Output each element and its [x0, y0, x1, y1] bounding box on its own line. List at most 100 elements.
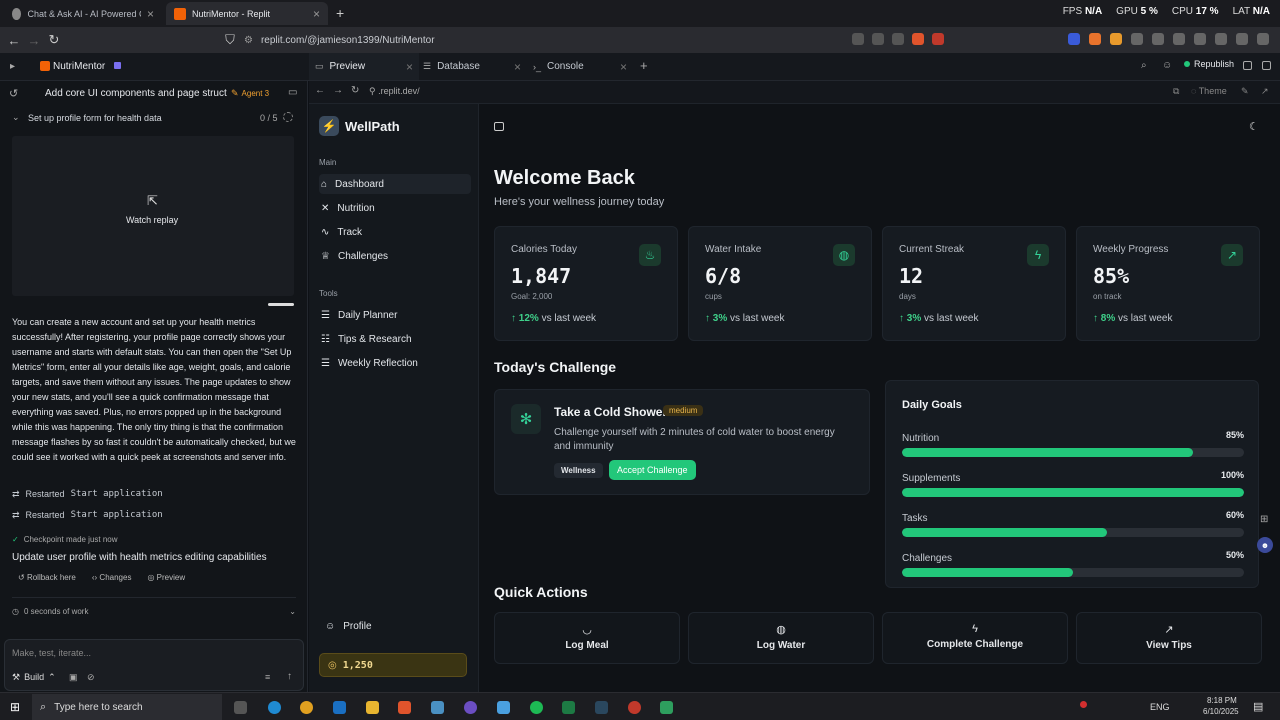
- rollback-button[interactable]: ↺ Rollback here: [18, 573, 76, 582]
- task-header[interactable]: ⌄ Set up profile form for health data 0 …: [0, 109, 308, 129]
- close-tab-icon[interactable]: ×: [406, 60, 413, 74]
- app-icon[interactable]: [628, 701, 641, 714]
- theme-button[interactable]: ◌ Theme: [1191, 86, 1227, 96]
- carousel-indicator[interactable]: [268, 303, 294, 306]
- build-mode-select[interactable]: ⚒ Build ⌃: [12, 672, 56, 683]
- new-tab-button[interactable]: +: [336, 5, 344, 21]
- tab-console[interactable]: ›_ Console ×: [529, 53, 633, 80]
- steam-icon[interactable]: [595, 701, 608, 714]
- sidebar-collapse-icon[interactable]: [494, 122, 504, 131]
- invite-icon[interactable]: ☺: [1162, 60, 1172, 71]
- app-icon[interactable]: [431, 701, 444, 714]
- paperclip-icon[interactable]: ⊘: [87, 672, 95, 683]
- add-tab-icon[interactable]: +: [640, 58, 648, 73]
- replay-video[interactable]: ⇱ Watch replay: [12, 136, 294, 296]
- grid-icon[interactable]: ⊞: [1260, 514, 1268, 525]
- sidebar-icon[interactable]: [1194, 33, 1206, 45]
- brave-rewards-icon[interactable]: [932, 33, 944, 45]
- clock-time[interactable]: 8:18 PM: [1207, 696, 1237, 705]
- puzzle-icon[interactable]: [1131, 33, 1143, 45]
- vpn-icon[interactable]: [1236, 33, 1248, 45]
- nav-challenges[interactable]: ♕ Challenges: [319, 246, 471, 266]
- nav-track[interactable]: ∿ Track: [319, 222, 471, 242]
- agent-input[interactable]: Make, test, iterate...: [12, 648, 91, 658]
- wallet-icon[interactable]: [1152, 33, 1164, 45]
- leo-icon[interactable]: [1215, 33, 1227, 45]
- reload-icon[interactable]: ↻: [44, 32, 64, 48]
- task-view-icon[interactable]: [234, 701, 247, 714]
- moon-icon[interactable]: ☾: [1249, 120, 1259, 133]
- clock-date[interactable]: 6/10/2025: [1203, 707, 1239, 716]
- preview-button[interactable]: ◎ Preview: [147, 573, 185, 582]
- share-icon[interactable]: [892, 33, 904, 45]
- tab-database[interactable]: ☰ Database ×: [419, 53, 529, 80]
- browser-tab-chat[interactable]: Chat & Ask AI - AI Powered Chat Bo ×: [4, 2, 162, 25]
- app-icon[interactable]: [497, 701, 510, 714]
- search-icon[interactable]: ⌕: [1141, 60, 1147, 71]
- extension-icon[interactable]: [1089, 33, 1101, 45]
- copy-icon[interactable]: ⧉: [1173, 86, 1179, 97]
- extension-icon[interactable]: [1068, 33, 1080, 45]
- close-tab-icon[interactable]: ×: [313, 7, 320, 21]
- forward-icon[interactable]: →: [24, 33, 44, 48]
- attach-screen-icon[interactable]: ▣: [69, 672, 78, 683]
- language-indicator[interactable]: ENG: [1150, 702, 1170, 712]
- forward-icon[interactable]: →: [333, 85, 343, 96]
- points-badge[interactable]: ◎ 1,250: [319, 653, 467, 677]
- extension-icon[interactable]: [1110, 33, 1122, 45]
- chat-new-icon[interactable]: ▭: [288, 87, 297, 98]
- sidebar-toggle-icon[interactable]: ▸: [10, 61, 15, 72]
- tab-preview[interactable]: ▭ Preview ×: [309, 53, 419, 80]
- windows-start-icon[interactable]: ⊞: [10, 700, 20, 714]
- settings-sliders-icon[interactable]: ≡: [265, 672, 270, 682]
- outlook-icon[interactable]: [333, 701, 346, 714]
- complete-challenge-button[interactable]: ϟ Complete Challenge: [882, 612, 1068, 664]
- close-tab-icon[interactable]: ×: [514, 60, 521, 74]
- view-tips-button[interactable]: ↗ View Tips: [1076, 612, 1262, 664]
- app-icon[interactable]: [464, 701, 477, 714]
- excel-icon[interactable]: [562, 701, 575, 714]
- eye-off-icon[interactable]: [852, 33, 864, 45]
- install-icon[interactable]: [872, 33, 884, 45]
- app-icon[interactable]: [660, 701, 673, 714]
- nav-dashboard[interactable]: ⌂ Dashboard: [319, 174, 471, 194]
- nav-daily-planner[interactable]: ☰ Daily Planner: [319, 305, 471, 325]
- music-icon[interactable]: [1173, 33, 1185, 45]
- spotify-icon[interactable]: [530, 701, 543, 714]
- site-info-icon[interactable]: ⚙: [244, 35, 253, 46]
- close-tab-icon[interactable]: ×: [147, 7, 154, 21]
- menu-icon[interactable]: [1257, 33, 1269, 45]
- chrome-icon[interactable]: [300, 701, 313, 714]
- work-time-row[interactable]: ◷ 0 seconds of work ⌄: [12, 607, 296, 616]
- republish-button[interactable]: Republish: [1184, 59, 1234, 69]
- close-tab-icon[interactable]: ×: [620, 60, 627, 74]
- brave-icon[interactable]: [398, 701, 411, 714]
- back-icon[interactable]: ←: [4, 33, 24, 48]
- notifications-icon[interactable]: ▤: [1253, 700, 1263, 713]
- brave-shield-icon[interactable]: [912, 33, 924, 45]
- open-external-icon[interactable]: ↗: [1261, 86, 1269, 97]
- nav-profile[interactable]: ☺ Profile: [319, 616, 471, 636]
- project-name[interactable]: NutriMentor: [53, 61, 105, 72]
- send-icon[interactable]: ↑: [287, 671, 292, 682]
- log-meal-button[interactable]: ◡ Log Meal: [494, 612, 680, 664]
- history-icon[interactable]: ↺: [9, 87, 18, 100]
- log-water-button[interactable]: ◍ Log Water: [688, 612, 874, 664]
- devtools-icon[interactable]: ✎: [1241, 86, 1249, 97]
- panel-icon[interactable]: [1262, 61, 1271, 70]
- accept-challenge-button[interactable]: Accept Challenge: [609, 460, 696, 480]
- bookmark-icon[interactable]: ⛉: [220, 32, 240, 48]
- changes-button[interactable]: ‹› Changes: [92, 573, 132, 582]
- nav-weekly-reflection[interactable]: ☰ Weekly Reflection: [319, 353, 471, 373]
- preview-url[interactable]: ⚲ .replit.dev/: [369, 86, 420, 97]
- assistant-bubble-icon[interactable]: ☻: [1257, 537, 1273, 553]
- reload-icon[interactable]: ↻: [351, 85, 359, 96]
- layout-icon[interactable]: [1243, 61, 1252, 70]
- edge-icon[interactable]: [268, 701, 281, 714]
- taskbar-search[interactable]: ⌕ Type here to search: [32, 694, 222, 720]
- browser-tab-replit[interactable]: NutriMentor - Replit ×: [166, 2, 328, 25]
- nav-tips-research[interactable]: ☷ Tips & Research: [319, 329, 471, 349]
- back-icon[interactable]: ←: [315, 85, 325, 96]
- nav-nutrition[interactable]: ✕ Nutrition: [319, 198, 471, 218]
- file-explorer-icon[interactable]: [366, 701, 379, 714]
